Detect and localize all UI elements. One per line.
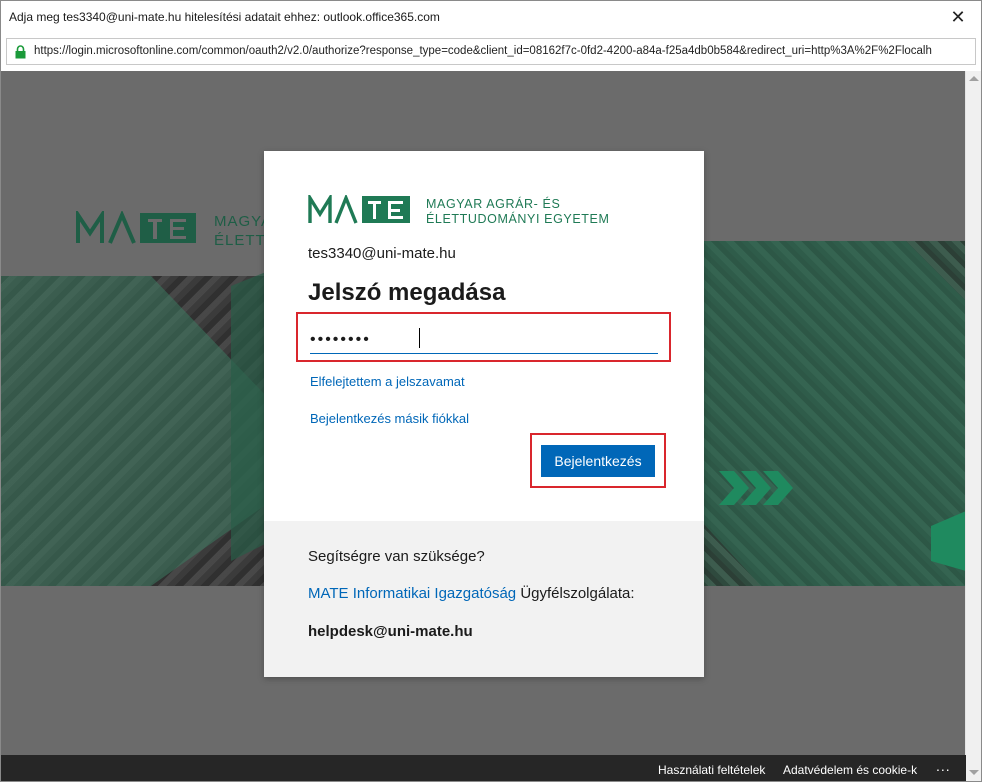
window-title: Adja meg tes3340@uni-mate.hu hitelesítés…: [9, 10, 440, 24]
signin-highlight-box: Bejelentkezés: [530, 433, 666, 488]
text-caret: [419, 328, 420, 348]
lock-icon: [15, 45, 26, 59]
helpdesk-email: helpdesk@uni-mate.hu: [308, 623, 473, 640]
address-bar[interactable]: https://login.microsoftonline.com/common…: [6, 38, 976, 65]
bg-green-shape-right: [701, 241, 966, 586]
help-section: Segítségre van szüksége? MATE Informatik…: [264, 521, 704, 677]
forgot-password-link[interactable]: Elfelejtettem a jelszavamat: [310, 374, 465, 389]
page-footer: Használati feltételek Adatvédelem és coo…: [1, 755, 966, 781]
url-text: https://login.microsoftonline.com/common…: [34, 45, 932, 57]
scroll-down-arrow-icon[interactable]: [969, 770, 979, 775]
account-email: tes3340@uni-mate.hu: [308, 245, 456, 262]
page-title: Jelszó megadása: [308, 279, 506, 306]
university-name: MAGYAR AGRÁR- ÉS ÉLETTUDOMÁNYI EGYETEM: [426, 197, 609, 227]
help-question: Segítségre van szüksége?: [308, 548, 485, 565]
scroll-up-arrow-icon[interactable]: [969, 76, 979, 81]
help-contact-line: MATE Informatikai Igazgatóság Ügyfélszol…: [308, 585, 635, 602]
title-bar: Adja meg tes3340@uni-mate.hu hitelesítés…: [1, 1, 981, 34]
signin-button[interactable]: Bejelentkezés: [541, 445, 655, 477]
background-mate-logo: [76, 211, 196, 244]
bg-green-shape-left: [1, 276, 271, 586]
help-contact-suffix: Ügyfélszolgálata:: [516, 585, 635, 602]
signin-card: MAGYAR AGRÁR- ÉS ÉLETTUDOMÁNYI EGYETEM t…: [264, 151, 704, 677]
vertical-scrollbar[interactable]: [965, 71, 981, 781]
mate-logo: [308, 195, 410, 224]
other-account-link[interactable]: Bejelentkezés másik fiókkal: [310, 411, 469, 426]
password-field[interactable]: [310, 326, 658, 354]
password-highlight-box: [296, 312, 671, 362]
university-name-line2: ÉLETTUDOMÁNYI EGYETEM: [426, 212, 610, 226]
login-popup-window: Adja meg tes3340@uni-mate.hu hitelesítés…: [0, 0, 982, 782]
more-options-button[interactable]: ...: [936, 758, 951, 774]
close-button[interactable]: ✕: [935, 1, 981, 34]
university-name-line1: MAGYAR AGRÁR- ÉS: [426, 197, 561, 211]
page-content: MAGYAR ÉLETTUDOM MAGYAR AGRÁR- ÉS ÉLETTU…: [1, 71, 966, 755]
privacy-cookies-link[interactable]: Adatvédelem és cookie-k: [783, 763, 917, 777]
it-department-link[interactable]: MATE Informatikai Igazgatóság: [308, 585, 516, 602]
close-icon: ✕: [950, 7, 966, 27]
terms-of-use-link[interactable]: Használati feltételek: [658, 763, 765, 777]
